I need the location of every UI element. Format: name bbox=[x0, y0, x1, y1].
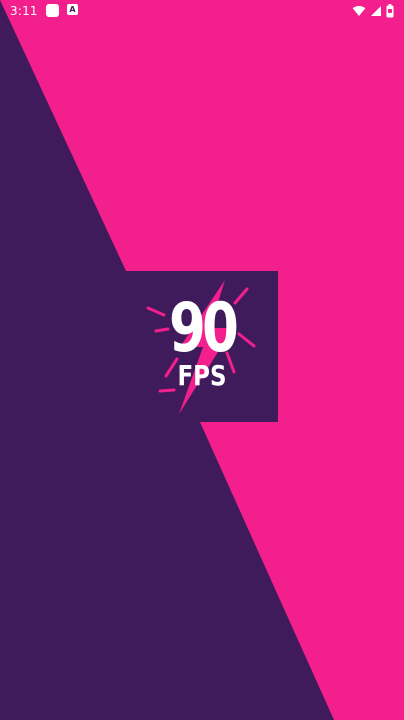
app-logo: 90 FPS bbox=[126, 271, 278, 422]
status-app-icon bbox=[46, 4, 59, 17]
wifi-icon bbox=[352, 5, 366, 17]
signal-icon bbox=[370, 5, 382, 17]
battery-icon bbox=[386, 4, 394, 18]
status-bar: 3:11 A bbox=[0, 0, 404, 22]
logo-number: 90 bbox=[168, 289, 239, 368]
status-system-icons bbox=[352, 3, 394, 19]
status-time: 3:11 bbox=[10, 4, 38, 18]
logo-label: FPS bbox=[177, 359, 227, 392]
status-a-icon: A bbox=[67, 4, 78, 15]
splash-screen: 3:11 A 90 FPS bbox=[0, 0, 404, 720]
